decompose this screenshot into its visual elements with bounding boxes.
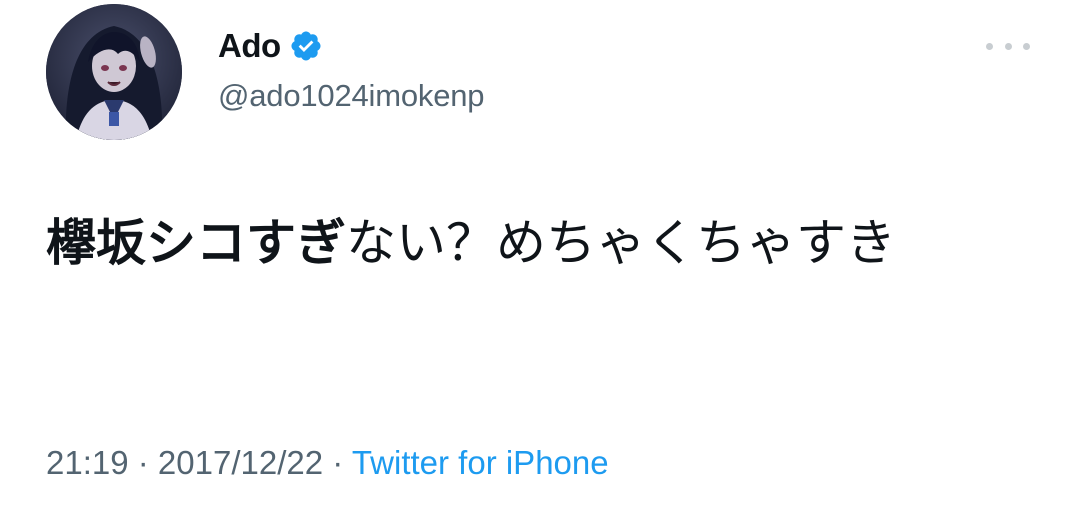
tweet-text-bold: 欅坂シコすぎ bbox=[46, 214, 346, 272]
tweet-time[interactable]: 21:19 bbox=[46, 444, 129, 481]
meta-separator: · bbox=[128, 444, 158, 481]
more-dot bbox=[1004, 42, 1012, 50]
avatar-illustration bbox=[46, 4, 182, 140]
tweet-text-regular: ない？めちゃくちゃすき bbox=[346, 214, 896, 272]
user-name-row: Ado bbox=[218, 24, 323, 68]
tweet-date[interactable]: 2017/12/22 bbox=[158, 444, 323, 481]
more-dot bbox=[1023, 42, 1030, 50]
tweet-card: Ado @ado1024imokenp 欅坂シコすぎない？めちゃくちゃすき 21… bbox=[0, 0, 1080, 523]
more-options-icon[interactable] bbox=[986, 34, 1030, 58]
user-handle[interactable]: @ado1024imokenp bbox=[218, 78, 485, 114]
more-dot bbox=[986, 42, 993, 50]
tweet-text: 欅坂シコすぎない？めちゃくちゃすき bbox=[46, 206, 1036, 280]
user-avatar[interactable] bbox=[46, 4, 182, 140]
tweet-meta: 21:19 · 2017/12/22 · Twitter for iPhone bbox=[46, 444, 609, 482]
verified-badge-icon bbox=[289, 29, 323, 63]
meta-separator: · bbox=[323, 444, 352, 481]
tweet-source-link[interactable]: Twitter for iPhone bbox=[352, 444, 609, 481]
display-name[interactable]: Ado bbox=[218, 27, 281, 65]
